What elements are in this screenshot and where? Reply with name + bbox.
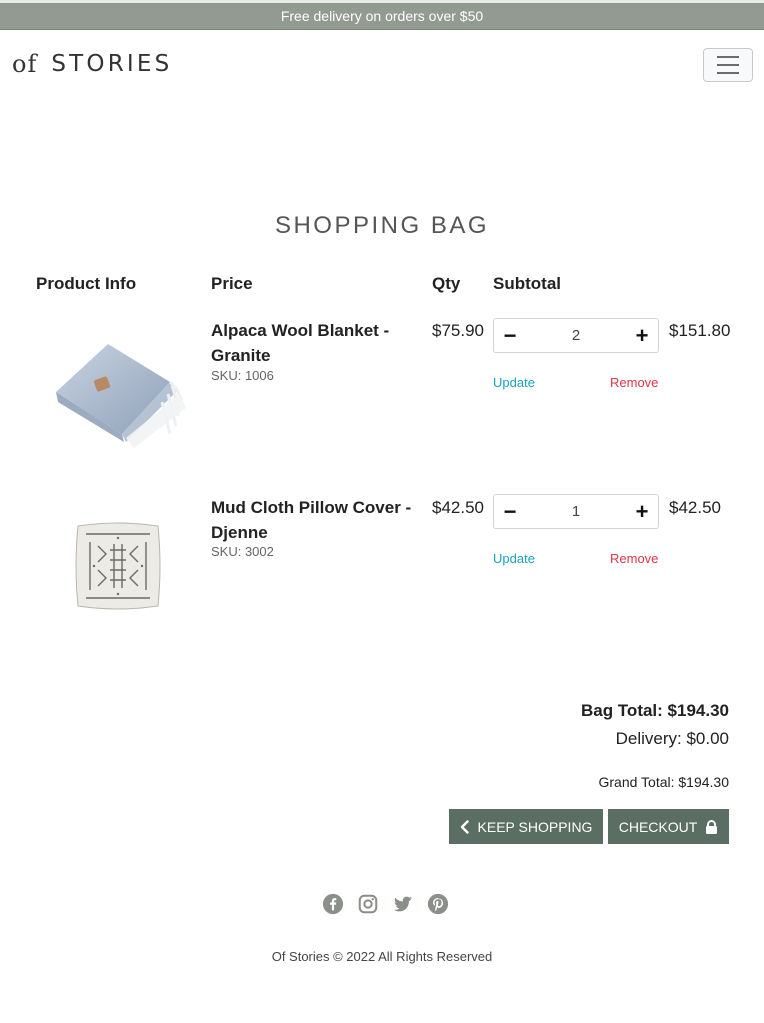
facebook-icon[interactable] bbox=[322, 893, 344, 915]
keep-shopping-label: KEEP SHOPPING bbox=[477, 818, 593, 835]
product-image-pillow[interactable] bbox=[74, 520, 162, 612]
logo-of: of bbox=[12, 50, 38, 78]
header-price: Price bbox=[211, 274, 253, 293]
product-subtotal: $42.50 bbox=[669, 498, 721, 517]
page-title: SHOPPING BAG bbox=[274, 212, 490, 239]
product-sku: SKU: 1006 bbox=[211, 368, 274, 383]
instagram-icon[interactable] bbox=[357, 893, 379, 915]
hamburger-icon-line bbox=[717, 72, 739, 74]
product-sku: SKU: 3002 bbox=[211, 544, 274, 559]
hamburger-icon bbox=[717, 56, 739, 58]
promo-banner: Free delivery on orders over $50 bbox=[0, 3, 764, 30]
quantity-stepper[interactable]: − 2 + bbox=[493, 318, 659, 353]
product-price: $42.50 bbox=[432, 498, 484, 517]
grand-total: Grand Total: $194.30 bbox=[598, 774, 729, 790]
product-image-blanket[interactable] bbox=[50, 330, 190, 450]
quantity-value[interactable]: 1 bbox=[572, 503, 580, 520]
remove-link[interactable]: Remove bbox=[610, 375, 658, 390]
header-product-info: Product Info bbox=[36, 274, 137, 293]
update-link[interactable]: Update bbox=[493, 375, 535, 390]
plus-icon[interactable]: + bbox=[634, 500, 650, 523]
minus-icon[interactable]: − bbox=[502, 500, 518, 523]
quantity-value[interactable]: 2 bbox=[572, 327, 580, 344]
keep-shopping-button[interactable]: KEEP SHOPPING bbox=[449, 809, 603, 844]
lock-icon bbox=[706, 819, 718, 834]
logo-text: STORIES bbox=[51, 51, 173, 77]
social-links bbox=[322, 893, 449, 915]
hamburger-icon-line bbox=[717, 64, 739, 66]
plus-icon[interactable]: + bbox=[634, 324, 650, 347]
product-subtotal: $151.80 bbox=[669, 321, 731, 340]
header-qty: Qty bbox=[432, 274, 461, 293]
update-link[interactable]: Update bbox=[493, 551, 535, 566]
twitter-icon[interactable] bbox=[392, 893, 414, 915]
pinterest-icon[interactable] bbox=[427, 893, 449, 915]
bag-total: Bag Total: $194.30 bbox=[580, 701, 729, 720]
product-price: $75.90 bbox=[432, 321, 484, 340]
product-name[interactable]: Alpaca Wool Blanket - Granite bbox=[211, 318, 421, 368]
minus-icon[interactable]: − bbox=[502, 324, 518, 347]
header-subtotal: Subtotal bbox=[493, 274, 561, 293]
checkout-label: CHECKOUT bbox=[618, 818, 698, 835]
menu-toggle-button[interactable] bbox=[703, 48, 753, 82]
product-name[interactable]: Mud Cloth Pillow Cover - Djenne bbox=[211, 495, 421, 545]
footer-copyright: Of Stories © 2022 All Rights Reserved bbox=[271, 949, 493, 964]
chevron-left-icon bbox=[460, 819, 469, 834]
site-logo[interactable]: of STORIES bbox=[12, 46, 172, 82]
remove-link[interactable]: Remove bbox=[610, 551, 658, 566]
quantity-stepper[interactable]: − 1 + bbox=[493, 494, 659, 529]
checkout-button[interactable]: CHECKOUT bbox=[608, 809, 729, 844]
delivery-total: Delivery: $0.00 bbox=[615, 729, 729, 748]
